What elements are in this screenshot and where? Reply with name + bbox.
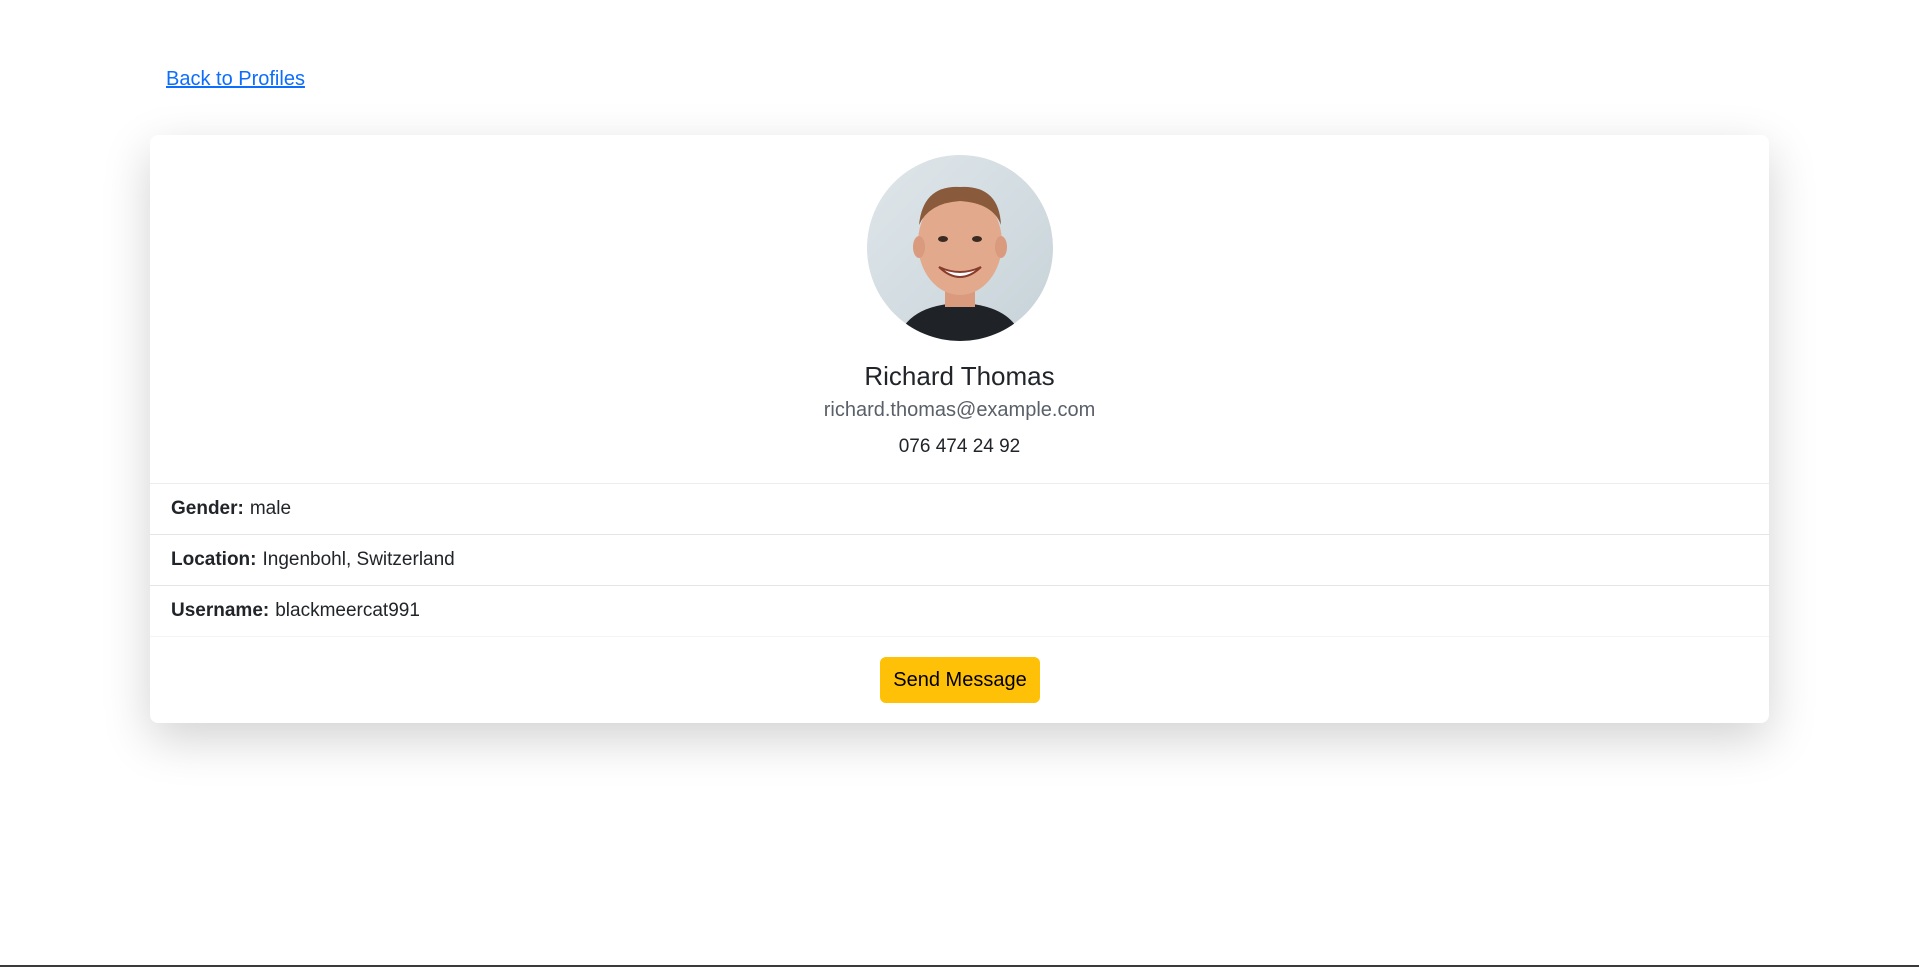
profile-details-list: Gender: male Location: Ingenbohl, Switze…: [150, 483, 1769, 637]
detail-label: Username:: [171, 600, 270, 621]
detail-username: Username: blackmeercat991: [150, 586, 1769, 637]
detail-value: blackmeercat991: [275, 600, 420, 621]
page: Back to Profiles Richard Thomas richard.…: [0, 0, 1919, 967]
detail-gender: Gender: male: [150, 484, 1769, 535]
profile-photo-icon: [867, 155, 1053, 341]
back-to-profiles-link[interactable]: Back to Profiles: [166, 68, 305, 91]
profile-email: richard.thomas@example.com: [823, 399, 1096, 421]
detail-label: Gender:: [171, 498, 244, 519]
send-message-button[interactable]: Send Message: [880, 657, 1040, 703]
profile-header: Richard Thomas richard.thomas@example.co…: [150, 135, 1769, 483]
avatar: [867, 155, 1053, 341]
profile-name: Richard Thomas: [864, 361, 1055, 391]
detail-label: Location:: [171, 549, 257, 570]
detail-value: Ingenbohl, Switzerland: [262, 549, 455, 570]
profile-phone: 076 474 24 92: [898, 436, 1021, 457]
profile-card: Richard Thomas richard.thomas@example.co…: [150, 135, 1769, 723]
detail-location: Location: Ingenbohl, Switzerland: [150, 535, 1769, 586]
profile-footer: Send Message: [150, 637, 1769, 722]
detail-value: male: [249, 498, 292, 519]
